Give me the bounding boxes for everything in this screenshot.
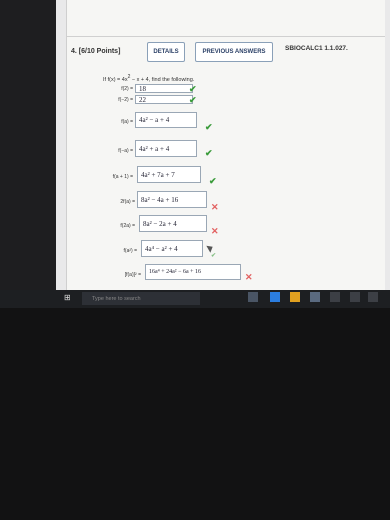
part-label: f(2a) =: [120, 223, 135, 229]
answer-field[interactable]: 4a² − a + 4: [135, 112, 197, 128]
part-label: f(2) =: [121, 86, 133, 92]
screen: 4. [6/10 Points] DETAILS PREVIOUS ANSWER…: [56, 0, 390, 290]
prompt-start: If f(x) = 4x: [103, 77, 128, 83]
prompt-end: − x + 4, find the following.: [130, 77, 195, 83]
part-label: 2f(a) =: [120, 199, 135, 205]
mail-icon[interactable]: [330, 292, 340, 302]
problem-prompt: If f(x) = 4x2 − x + 4, find the followin…: [103, 74, 194, 83]
cross-icon: ✕: [211, 226, 219, 236]
answer-field[interactable]: 8a² − 4a + 16: [137, 191, 207, 208]
desk-background: [0, 300, 390, 520]
part-label: f(a) =: [121, 119, 133, 125]
answer-field[interactable]: 4a² + 7a + 7: [137, 166, 201, 183]
part-label: f(−a) =: [118, 148, 133, 154]
monitor-bezel: [0, 0, 56, 300]
edge-icon[interactable]: [270, 292, 280, 302]
question-number: 4. [6/10 Points]: [71, 48, 121, 55]
check-icon: ✔: [209, 176, 217, 186]
answer-field[interactable]: 4a⁴ − a² + 4: [141, 240, 203, 257]
store-icon[interactable]: [310, 292, 320, 302]
check-icon: ✔: [205, 148, 213, 158]
webassign-page: 4. [6/10 Points] DETAILS PREVIOUS ANSWER…: [66, 0, 385, 290]
windows-icon[interactable]: ⊞: [64, 293, 74, 303]
answer-field[interactable]: 18: [135, 84, 193, 93]
answer-field[interactable]: 16a⁴ + 24a² − 6a + 16: [145, 264, 241, 280]
cross-icon: ✕: [211, 202, 219, 212]
previous-question-area: [67, 0, 385, 37]
file-explorer-icon[interactable]: [290, 292, 300, 302]
check-icon: ✔: [205, 122, 213, 132]
check-icon: ✔: [189, 95, 197, 105]
taskbar-search-input[interactable]: Type here to search: [82, 292, 200, 305]
part-label: [f(a)]² =: [124, 272, 141, 278]
problem-code: SBIOCALC1 1.1.027.: [285, 45, 348, 52]
details-button[interactable]: DETAILS: [147, 42, 185, 62]
answer-field[interactable]: 22: [135, 95, 193, 104]
system-tray-icon[interactable]: [368, 292, 378, 302]
answer-field[interactable]: 8a² − 2a + 4: [139, 215, 207, 232]
cross-icon: ✕: [245, 272, 253, 282]
answer-field[interactable]: 4a² + a + 4: [135, 140, 197, 157]
part-label: f(a²) =: [123, 248, 137, 254]
part-label: f(a + 1) =: [112, 174, 133, 180]
part-label: f(−2) =: [118, 97, 133, 103]
previous-answers-button[interactable]: PREVIOUS ANSWERS: [195, 42, 273, 62]
task-view-icon[interactable]: [248, 292, 258, 302]
settings-icon[interactable]: [350, 292, 360, 302]
check-icon: ✔: [189, 84, 197, 94]
check-icon: ✔: [211, 253, 217, 259]
